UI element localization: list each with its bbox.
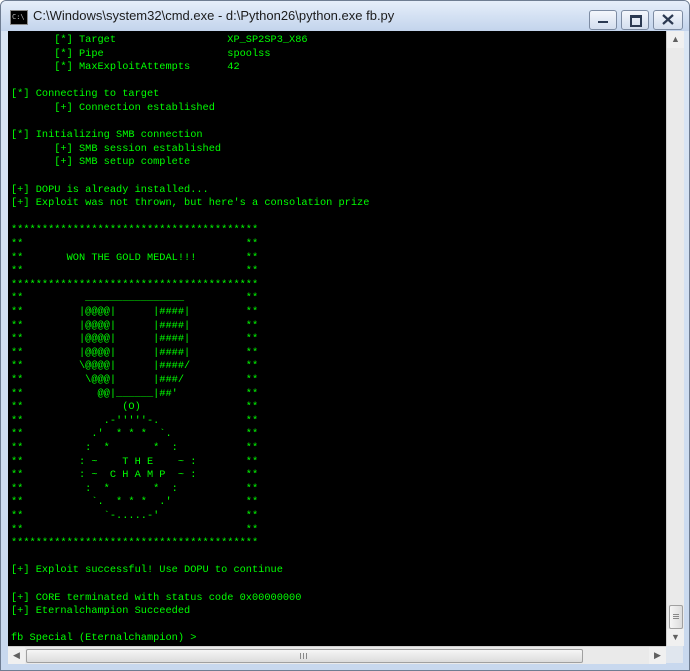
console-output[interactable]: [*] Target XP_SP2SP3_X86 [*] Pipe spools… (8, 31, 666, 646)
console-line: ** \@@@@| |####/ ** (11, 360, 259, 373)
console-line: [*] Connecting to target (11, 88, 160, 101)
console-line: ** ** (11, 265, 259, 278)
maximize-button[interactable] (621, 10, 649, 30)
horizontal-scrollbar[interactable]: ◀ ▶ (8, 646, 666, 664)
vertical-scrollbar[interactable]: ▲ ▼ (666, 31, 684, 646)
vertical-scroll-thumb[interactable] (669, 605, 683, 629)
console-line: [+] SMB session established (11, 142, 222, 155)
console-line: **************************************** (11, 278, 259, 291)
console-line: ** : ~ C H A M P ~ : ** (11, 469, 259, 482)
console-line: ** WON THE GOLD MEDAL!!! ** (11, 251, 259, 264)
close-icon (662, 14, 674, 25)
console-line: [*] MaxExploitAttempts 42 (11, 61, 240, 74)
console-line: [+] Exploit was not thrown, but here's a… (11, 197, 370, 210)
console-line: [+] Exploit successful! Use DOPU to cont… (11, 564, 283, 577)
console-line: ** `-.....-' ** (11, 510, 259, 522)
console-line: fb Special (Eternalchampion) > (11, 632, 197, 645)
console-line: [+] SMB setup complete (11, 156, 191, 169)
console-line: [+] Eternalchampion Succeeded (11, 605, 191, 618)
console-line: ** |@@@@| |####| ** (11, 306, 259, 318)
scroll-right-icon[interactable]: ▶ (649, 647, 666, 664)
console-line: ** ** (11, 238, 259, 250)
console-line: ** @@|______|##' ** (11, 387, 259, 400)
console-line: ** .-'''''-. ** (11, 414, 259, 427)
minimize-icon (598, 21, 608, 23)
size-grip (666, 646, 683, 663)
console-line: [+] CORE terminated with status code 0x0… (11, 591, 302, 604)
window-title: C:\Windows\system32\cmd.exe - d:\Python2… (33, 8, 395, 23)
console-line: ** .' * * * `. ** (11, 428, 259, 441)
console-line: [*] Initializing SMB connection (11, 129, 203, 142)
horizontal-scroll-thumb[interactable] (26, 649, 583, 663)
console-line: ** `. * * * .' ** (11, 496, 259, 509)
console-line: ** ** (11, 523, 259, 536)
console-line: ** (O) ** (11, 401, 259, 414)
console-line: ** : * * : ** (11, 442, 259, 454)
console-line: ** |@@@@| |####| ** (11, 319, 259, 332)
console-line: [+] Connection established (11, 102, 215, 114)
console-line: **************************************** (11, 224, 259, 237)
scroll-down-icon[interactable]: ▼ (667, 629, 684, 646)
cmd-window: C:\ C:\Windows\system32\cmd.exe - d:\Pyt… (0, 0, 690, 671)
cmd-app-icon[interactable]: C:\ (10, 10, 28, 25)
console-line: ** ________________ ** (11, 292, 259, 305)
console-line: [+] DOPU is already installed... (11, 183, 209, 196)
console-line: [*] Pipe spoolss (11, 47, 271, 60)
console-line: ** \@@@| |###/ ** (11, 374, 259, 386)
console-line: [*] Target XP_SP2SP3_X86 (11, 34, 308, 46)
console-line: ** |@@@@| |####| ** (11, 333, 259, 346)
minimize-button[interactable] (589, 10, 617, 30)
title-bar[interactable]: C:\ C:\Windows\system32\cmd.exe - d:\Pyt… (1, 1, 689, 31)
console-line: **************************************** (11, 537, 259, 550)
close-button[interactable] (653, 10, 683, 30)
console-line: ** |@@@@| |####| ** (11, 346, 259, 359)
console-line: ** : ~ T H E ~ : ** (11, 455, 259, 468)
console-line: ** : * * : ** (11, 482, 259, 495)
scroll-left-icon[interactable]: ◀ (8, 647, 25, 664)
scroll-up-icon[interactable]: ▲ (667, 31, 684, 48)
maximize-icon (630, 15, 642, 27)
